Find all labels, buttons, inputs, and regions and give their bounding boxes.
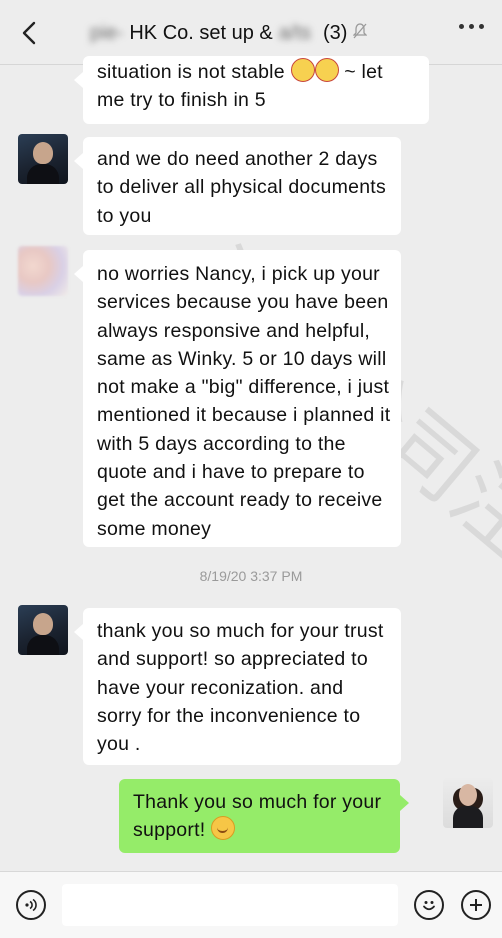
message-line: have your reconization. and (97, 676, 344, 699)
message-bubble[interactable]: no worries Nancy, i pick up your service… (74, 250, 401, 547)
input-bar (0, 871, 502, 938)
chevron-left-icon (22, 21, 36, 45)
message-text: situation is not stable (97, 61, 285, 83)
message-text: support! (133, 819, 206, 842)
message-bubble[interactable]: thank you so much for your trust and sup… (74, 608, 401, 765)
dizzy-face-emoji-icon (314, 58, 339, 82)
message-bubble-outgoing[interactable]: Thank you so much for your support! (119, 779, 409, 853)
dizzy-face-emoji-icon (290, 58, 315, 82)
message-line: you . (97, 733, 141, 756)
ellipsis-icon (459, 24, 464, 29)
voice-wave-icon (25, 898, 37, 912)
chat-title: pie- HK Co. set up & a/ts (3) (90, 18, 369, 48)
message-line: no worries Nancy, i pick up your (97, 263, 380, 285)
avatar-self[interactable] (443, 778, 493, 828)
message-line: and support! so appreciated to (97, 648, 368, 671)
emoji-button[interactable] (414, 890, 444, 920)
message-line: mentioned it because i planned it (97, 404, 391, 427)
message-line: thank you so much for your trust (97, 620, 384, 642)
chat-title-text: HK Co. set up & (129, 21, 273, 44)
ellipsis-icon-dot (479, 24, 484, 29)
message-line: support! (133, 816, 386, 844)
message-line: not make a "big" difference, i just (97, 376, 390, 399)
message-timestamp: 8/19/20 3:37 PM (199, 568, 303, 584)
message-line: always responsive and helpful, (97, 319, 371, 342)
message-line: sorry for the inconvenience to (97, 704, 361, 727)
smiling-face-emoji-icon (211, 816, 236, 841)
avatar[interactable] (18, 246, 68, 296)
plus-icon (470, 899, 482, 911)
smiley-face-icon (423, 901, 435, 911)
back-button[interactable] (14, 18, 44, 48)
message-line: to you (97, 204, 152, 227)
message-line: quote and i have to prepare to (97, 461, 365, 484)
message-bubble[interactable]: situation is not stable ~ let me try to … (74, 56, 429, 124)
message-line: with 5 days according to the (97, 432, 346, 455)
avatar[interactable] (18, 134, 68, 184)
message-line: me try to finish in 5 (97, 89, 266, 112)
message-line: some money (97, 517, 212, 540)
member-count: (3) (323, 21, 348, 44)
message-bubble[interactable]: and we do need another 2 days to deliver… (74, 137, 401, 235)
chat-title-blurred-suffix: a/ts (278, 21, 312, 44)
voice-button[interactable] (16, 890, 46, 920)
message-line: services because you have been (97, 291, 389, 314)
avatar[interactable] (18, 605, 68, 655)
message-input[interactable] (62, 884, 398, 926)
ellipsis-icon-dot (469, 24, 474, 29)
message-line: Thank you so much for your (133, 791, 382, 813)
message-line: same as Winky. 5 or 10 days will (97, 347, 387, 370)
message-line: and we do need another 2 days (97, 148, 378, 170)
message-text-tail: ~ let (344, 61, 383, 83)
message-line: to deliver all physical documents (97, 176, 386, 199)
more-button[interactable] (459, 24, 484, 29)
plus-button[interactable] (461, 890, 491, 920)
message-line: get the account ready to receive (97, 489, 383, 512)
message-line: situation is not stable ~ let (97, 58, 415, 86)
bell-muted-icon (352, 23, 369, 43)
chat-title-blurred-prefix: pie- (90, 21, 124, 44)
